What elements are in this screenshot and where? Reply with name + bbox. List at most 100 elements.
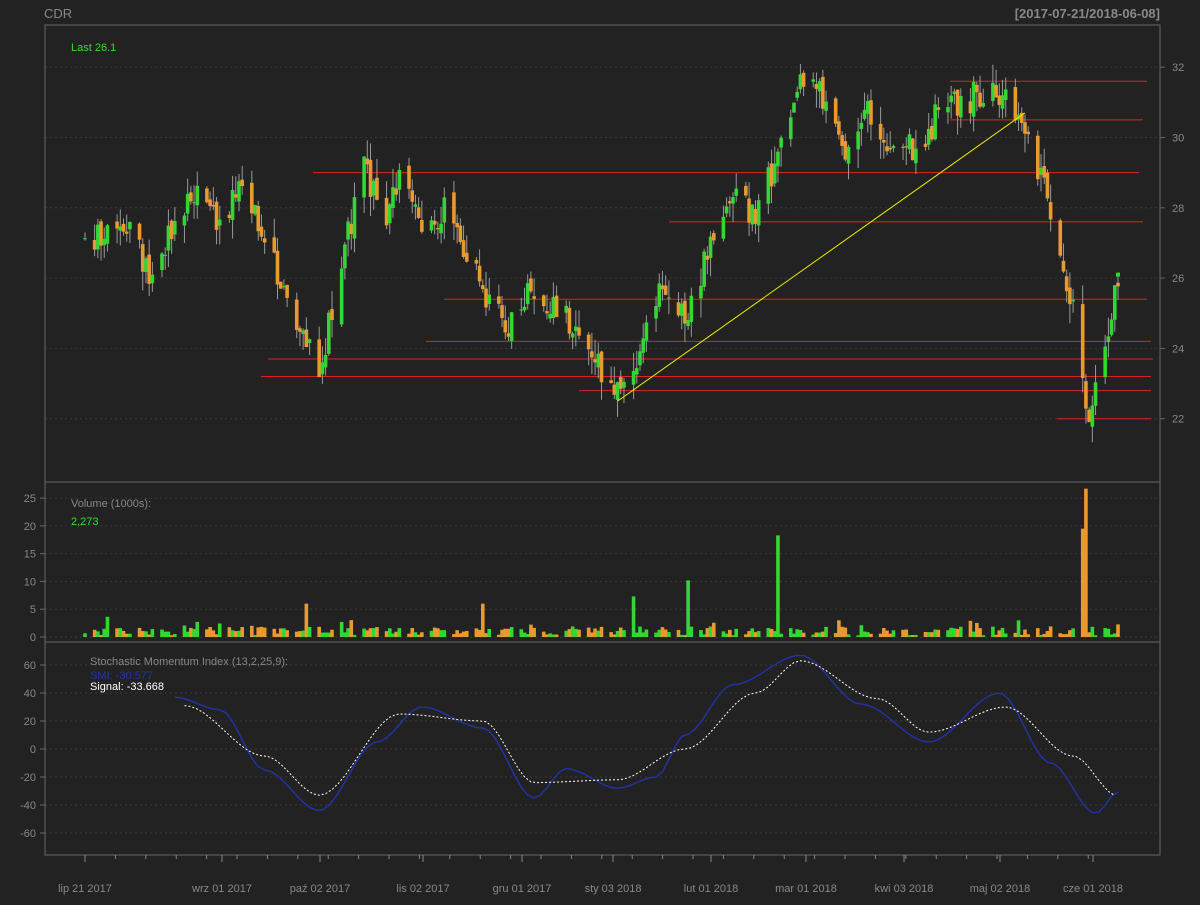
volume-bar xyxy=(349,620,354,637)
volume-bar xyxy=(208,627,212,637)
candle-body xyxy=(407,165,411,189)
volume-bar xyxy=(817,632,822,637)
volume-bar xyxy=(705,628,710,637)
volume-bar xyxy=(477,629,482,637)
candle-body xyxy=(522,306,527,311)
volume-bar xyxy=(525,633,530,637)
candle-body xyxy=(343,244,347,269)
volume-bar xyxy=(994,634,998,637)
volume-bar xyxy=(96,631,100,637)
price-tick-label: 24 xyxy=(1172,343,1184,355)
volume-bar xyxy=(788,628,793,637)
volume-bar xyxy=(464,630,469,637)
candle-body xyxy=(904,146,909,148)
candle-body xyxy=(304,329,309,348)
volume-bar xyxy=(506,628,511,637)
x-tick-label: maj 02 2018 xyxy=(970,883,1031,895)
volume-bar xyxy=(185,631,190,637)
volume-bar xyxy=(346,628,350,637)
volume-bar xyxy=(634,632,639,637)
candle-body xyxy=(327,312,331,354)
volume-bar xyxy=(686,580,690,637)
candle-body xyxy=(282,286,286,288)
volume-bar xyxy=(214,634,219,637)
candle-body xyxy=(481,285,485,290)
candle-body xyxy=(772,163,777,184)
candle-body xyxy=(859,122,864,129)
candle-body xyxy=(801,72,806,87)
volume-bar xyxy=(439,630,443,637)
chart-canvas: 32 30 28 26 24 22 25 20 15 10 5 0 60 40 20 0 -20 -40 -60 l… xyxy=(0,0,1200,900)
candle-body xyxy=(307,339,312,344)
candle-body xyxy=(105,225,110,244)
volume-bar xyxy=(497,634,501,637)
candle-body xyxy=(686,320,690,327)
volume-bar xyxy=(952,628,957,637)
smi-tick-label: 60 xyxy=(24,660,36,672)
candle-body xyxy=(1103,346,1107,378)
candle-body xyxy=(262,238,267,243)
candle-body xyxy=(442,197,447,223)
volume-bar xyxy=(413,632,418,637)
volume-bar xyxy=(814,632,819,637)
candle-body xyxy=(1058,220,1063,256)
volume-bar xyxy=(416,634,421,637)
volume-bar xyxy=(211,630,216,637)
candle-body xyxy=(574,326,578,332)
volume-bar xyxy=(824,626,828,637)
volume-bar xyxy=(500,629,504,637)
candle-body xyxy=(529,278,533,292)
volume-bar xyxy=(641,632,646,637)
price-tick-label: 28 xyxy=(1172,203,1184,215)
volume-bar xyxy=(955,629,960,637)
candle-body xyxy=(779,137,783,148)
volume-bar xyxy=(509,627,514,637)
candle-body xyxy=(907,134,912,150)
candle-body xyxy=(214,201,219,230)
candle-body xyxy=(436,228,440,230)
volume-bar xyxy=(384,631,389,637)
volume-bar xyxy=(1084,488,1088,637)
candle-body xyxy=(590,351,594,358)
volume-bar xyxy=(679,634,684,637)
candle-body xyxy=(1061,260,1066,272)
volume-bar xyxy=(1106,628,1111,637)
candle-body xyxy=(185,193,190,214)
volume-bar xyxy=(1064,634,1069,637)
signal-value-label: Signal: -33.668 xyxy=(90,681,164,693)
volume-bar xyxy=(474,628,479,637)
volume-bar xyxy=(689,626,694,637)
candle-body xyxy=(525,283,530,305)
volume-bar xyxy=(1058,633,1063,637)
volume-bar xyxy=(551,634,556,637)
volume-bar xyxy=(798,629,803,637)
volume-bar xyxy=(971,631,976,637)
volume-bar xyxy=(923,631,928,637)
volume-bar xyxy=(1109,634,1114,637)
candle-body xyxy=(638,351,642,366)
volume-bar xyxy=(667,631,671,637)
candle-body xyxy=(968,101,973,114)
candle-body xyxy=(869,100,873,125)
candle-body xyxy=(160,253,164,271)
volume-bar xyxy=(166,631,171,637)
volume-bar xyxy=(833,633,838,637)
volume-bar xyxy=(282,628,286,637)
candle-body xyxy=(464,252,469,262)
candle-body xyxy=(1048,202,1053,220)
volume-bar xyxy=(442,630,447,637)
volume-bar xyxy=(904,629,909,637)
volume-bar xyxy=(1080,528,1085,637)
volume-bar xyxy=(137,627,142,637)
candle-body xyxy=(477,265,482,282)
volume-bar xyxy=(586,627,591,637)
volume-bar xyxy=(878,633,883,637)
volume-bar xyxy=(821,631,825,637)
candle-body xyxy=(978,92,982,107)
candle-body xyxy=(397,169,402,190)
candle-body xyxy=(776,151,780,167)
volume-bar xyxy=(609,632,613,637)
volume-bar xyxy=(144,631,148,637)
volume-bar xyxy=(147,634,151,637)
candle-body xyxy=(461,240,466,257)
